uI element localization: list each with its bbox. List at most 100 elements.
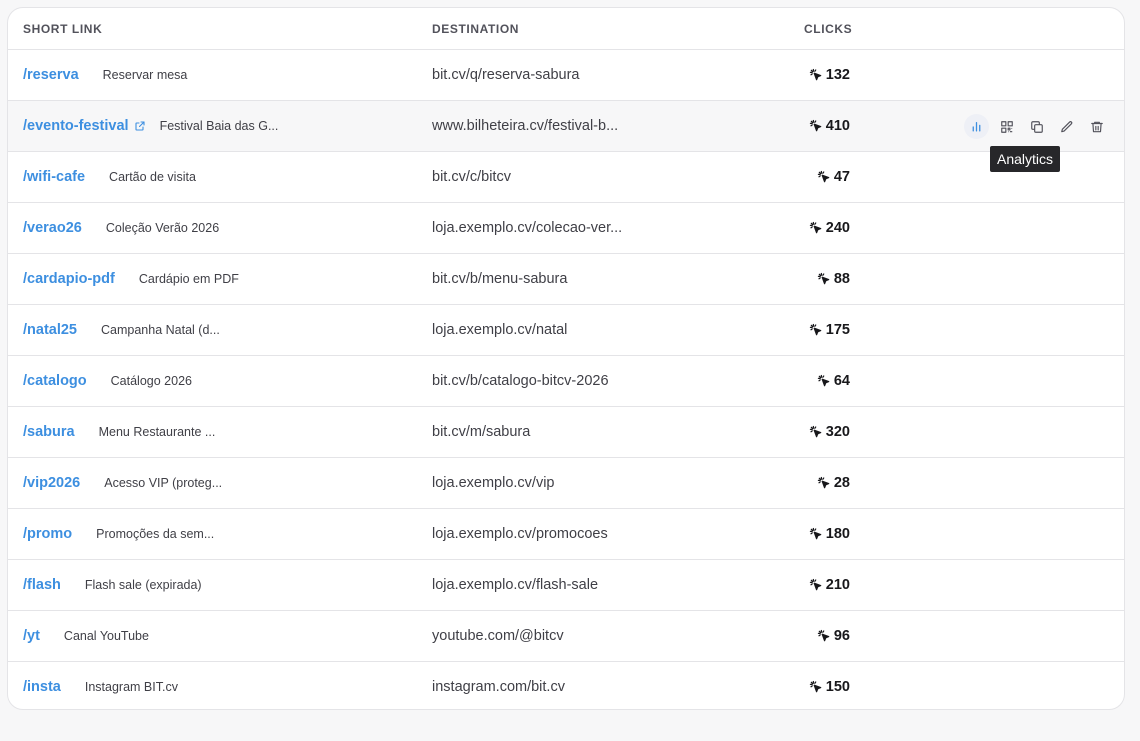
click-count-value: 180 <box>825 526 850 542</box>
click-cursor-icon <box>809 680 823 694</box>
link-description: Canal YouTube <box>63 629 149 643</box>
table-row[interactable]: /flash Flash sale (expirada) loja.exemplo.… <box>8 560 1124 611</box>
table-row[interactable]: /evento-festival Festival Baia das G... ww… <box>8 101 1124 152</box>
short-link-cell: /insta Instagram BIT.cv <box>23 662 178 709</box>
short-link[interactable]: /evento-festival <box>23 118 129 134</box>
qr-code-button[interactable] <box>994 114 1019 139</box>
click-cursor-icon <box>817 476 831 490</box>
destination-url: loja.exemplo.cv/vip <box>432 475 555 491</box>
link-description: Menu Restaurante ... <box>98 425 216 439</box>
click-cursor-icon <box>817 272 831 286</box>
click-count-value: 210 <box>825 577 850 593</box>
short-link-cell: /flash Flash sale (expirada) <box>23 560 202 610</box>
click-count-value: 28 <box>833 475 850 491</box>
destination-url: bit.cv/c/bitcv <box>432 169 511 185</box>
link-description: Cardápio em PDF <box>138 272 239 286</box>
links-table-card: SHORT LINK DESTINATION CLICKS /reserva Re… <box>7 7 1125 710</box>
click-count-value: 88 <box>833 271 850 287</box>
short-link[interactable]: /natal25 <box>23 322 77 338</box>
link-description: Promoções da sem... <box>96 527 215 541</box>
table-row[interactable]: /insta Instagram BIT.cv instagram.com/bit.… <box>8 662 1124 709</box>
destination-url: youtube.com/@bitcv <box>432 628 564 644</box>
click-cursor-icon <box>817 170 831 184</box>
header-clicks: CLICKS <box>804 21 853 36</box>
short-link-cell: /promo Promoções da sem... <box>23 509 214 559</box>
table-row[interactable]: /yt Canal YouTube youtube.com/@bitcv 96 <box>8 611 1124 662</box>
click-count-value: 240 <box>825 220 850 236</box>
link-description: Reservar mesa <box>102 68 188 82</box>
short-link[interactable]: /yt <box>23 628 40 644</box>
link-description: Campanha Natal (d... <box>101 323 220 337</box>
edit-button[interactable] <box>1054 114 1079 139</box>
short-link-cell: /cardapio-pdf Cardápio em PDF <box>23 254 239 304</box>
click-count: 96 <box>817 611 850 661</box>
click-cursor-icon <box>809 119 823 133</box>
short-link-cell: /yt Canal YouTube <box>23 611 149 661</box>
short-link-cell: /catalogo Catálogo 2026 <box>23 356 192 406</box>
short-link[interactable]: /cardapio-pdf <box>23 271 115 287</box>
external-link-icon[interactable] <box>134 120 146 132</box>
table-row[interactable]: /wifi-cafe Cartão de visita bit.cv/c/bitcv… <box>8 152 1124 203</box>
short-link[interactable]: /flash <box>23 577 61 593</box>
click-cursor-icon <box>809 221 823 235</box>
short-link[interactable]: /sabura <box>23 424 75 440</box>
click-count: 210 <box>809 560 850 610</box>
short-link-cell: /reserva Reservar mesa <box>23 50 187 100</box>
analytics-button[interactable] <box>964 114 989 139</box>
click-count-value: 150 <box>825 679 850 695</box>
short-link[interactable]: /verao26 <box>23 220 82 236</box>
table-row[interactable]: /verao26 Coleção Verão 2026 loja.exemplo.c… <box>8 203 1124 254</box>
short-link[interactable]: /catalogo <box>23 373 87 389</box>
table-row[interactable]: /vip2026 Acesso VIP (proteg... loja.exempl… <box>8 458 1124 509</box>
short-link[interactable]: /vip2026 <box>23 475 80 491</box>
click-cursor-icon <box>817 629 831 643</box>
short-link-cell: /sabura Menu Restaurante ... <box>23 407 215 457</box>
click-count-value: 47 <box>833 169 850 185</box>
short-link-cell: /vip2026 Acesso VIP (proteg... <box>23 458 222 508</box>
click-count: 64 <box>817 356 850 406</box>
analytics-tooltip: Analytics <box>990 146 1061 172</box>
click-count: 150 <box>809 662 850 709</box>
delete-button[interactable] <box>1084 114 1109 139</box>
header-short-link: SHORT LINK <box>23 21 103 36</box>
destination-url: loja.exemplo.cv/flash-sale <box>432 577 599 593</box>
table-row[interactable]: /catalogo Catálogo 2026 bit.cv/b/catalogo-… <box>8 356 1124 407</box>
click-count: 88 <box>817 254 850 304</box>
trash-icon <box>1090 120 1104 134</box>
destination-url: www.bilheteira.cv/festival-b... <box>432 118 619 134</box>
click-cursor-icon <box>809 68 823 82</box>
table-row[interactable]: /reserva Reservar mesa bit.cv/q/reserva-sa… <box>8 50 1124 101</box>
short-link[interactable]: /reserva <box>23 67 79 83</box>
link-description: Cartão de visita <box>109 170 196 184</box>
short-link[interactable]: /insta <box>23 679 61 695</box>
destination-url: instagram.com/bit.cv <box>432 679 565 695</box>
short-link[interactable]: /promo <box>23 526 72 542</box>
link-description: Festival Baia das G... <box>159 119 279 133</box>
click-count-value: 132 <box>825 67 850 83</box>
click-count: 320 <box>809 407 850 457</box>
table-row[interactable]: /natal25 Campanha Natal (d... loja.exemplo… <box>8 305 1124 356</box>
short-link-cell: /natal25 Campanha Natal (d... <box>23 305 220 355</box>
click-count: 410 <box>809 101 850 151</box>
link-description: Catálogo 2026 <box>110 374 192 388</box>
short-link[interactable]: /wifi-cafe <box>23 169 85 185</box>
destination-url: bit.cv/b/menu-sabura <box>432 271 568 287</box>
table-body: /reserva Reservar mesa bit.cv/q/reserva-sa… <box>8 50 1124 709</box>
link-description: Coleção Verão 2026 <box>105 221 220 235</box>
click-count: 28 <box>817 458 850 508</box>
qr-code-icon <box>1000 120 1014 134</box>
table-row[interactable]: /cardapio-pdf Cardápio em PDF bit.cv/b/men… <box>8 254 1124 305</box>
destination-url: bit.cv/m/sabura <box>432 424 531 440</box>
link-description: Instagram BIT.cv <box>84 680 178 694</box>
click-count-value: 320 <box>825 424 850 440</box>
table-row[interactable]: /promo Promoções da sem... loja.exemplo.cv… <box>8 509 1124 560</box>
click-cursor-icon <box>809 578 823 592</box>
click-count-value: 175 <box>825 322 850 338</box>
edit-icon <box>1060 120 1074 134</box>
short-link-cell: /evento-festival Festival Baia das G... <box>23 101 278 151</box>
click-count-value: 64 <box>833 373 850 389</box>
click-count-value: 410 <box>825 118 850 134</box>
short-link-cell: /verao26 Coleção Verão 2026 <box>23 203 219 253</box>
copy-button[interactable] <box>1024 114 1049 139</box>
table-row[interactable]: /sabura Menu Restaurante ... bit.cv/m/sabu… <box>8 407 1124 458</box>
